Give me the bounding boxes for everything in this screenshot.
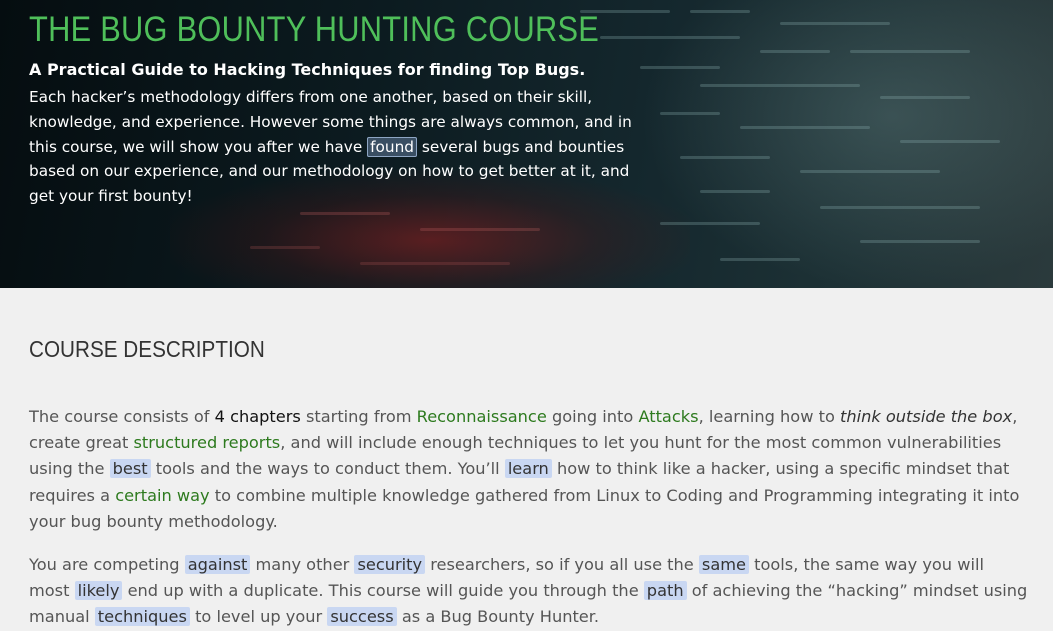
text-part: going into [546,407,639,426]
course-description-section: COURSE DESCRIPTION The course consists o… [0,288,1053,631]
text-part: many other [250,555,355,574]
highlighted-word-against: against [184,555,251,574]
section-title: COURSE DESCRIPTION [29,336,265,362]
reconnaissance-link[interactable]: Reconnaissance [417,407,547,426]
highlighted-word-same: same [698,555,749,574]
text-part: The course consists of [29,407,215,426]
text-part: researchers, so if you all use the [425,555,699,574]
text-part: tools and the ways to conduct them. You’… [150,459,505,479]
highlighted-word-success: success [327,607,397,627]
course-paragraph-1: The course consists of 4 chapters starti… [29,404,1029,535]
structured-reports-link[interactable]: structured reports [133,433,280,452]
chapters-count: 4 chapters [214,407,301,426]
highlighted-word-best: best [109,459,151,479]
hero-banner: THE BUG BOUNTY HUNTING COURSE A Practica… [0,0,1053,288]
text-part: , learning how to [698,407,840,426]
certain-way-link[interactable]: certain way [115,486,209,505]
highlighted-word-techniques: techniques [94,607,190,627]
highlighted-word-security: security [354,555,426,574]
emphasis-think-outside-the-box: think outside the box [840,407,1013,426]
text-part: You are competing [29,555,185,574]
text-part: as a Bug Bounty Hunter. [396,607,600,627]
highlighted-word-found: found [367,136,417,157]
hero-subtitle: A Practical Guide to Hacking Techniques … [29,60,586,79]
attacks-link[interactable]: Attacks [638,407,698,426]
text-part: to level up your [189,607,328,627]
page-title: THE BUG BOUNTY HUNTING COURSE [29,10,600,49]
text-part: end up with a duplicate. This course wil… [122,581,644,601]
highlighted-word-path: path [643,581,687,601]
hero-content: THE BUG BOUNTY HUNTING COURSE A Practica… [29,10,649,209]
hero-description: Each hacker’s methodology differs from o… [29,85,649,209]
highlighted-word-likely: likely [74,581,123,601]
course-paragraph-2: You are competing against many other sec… [29,552,1029,631]
text-part: starting from [300,407,417,426]
highlighted-word-learn: learn [504,459,552,479]
